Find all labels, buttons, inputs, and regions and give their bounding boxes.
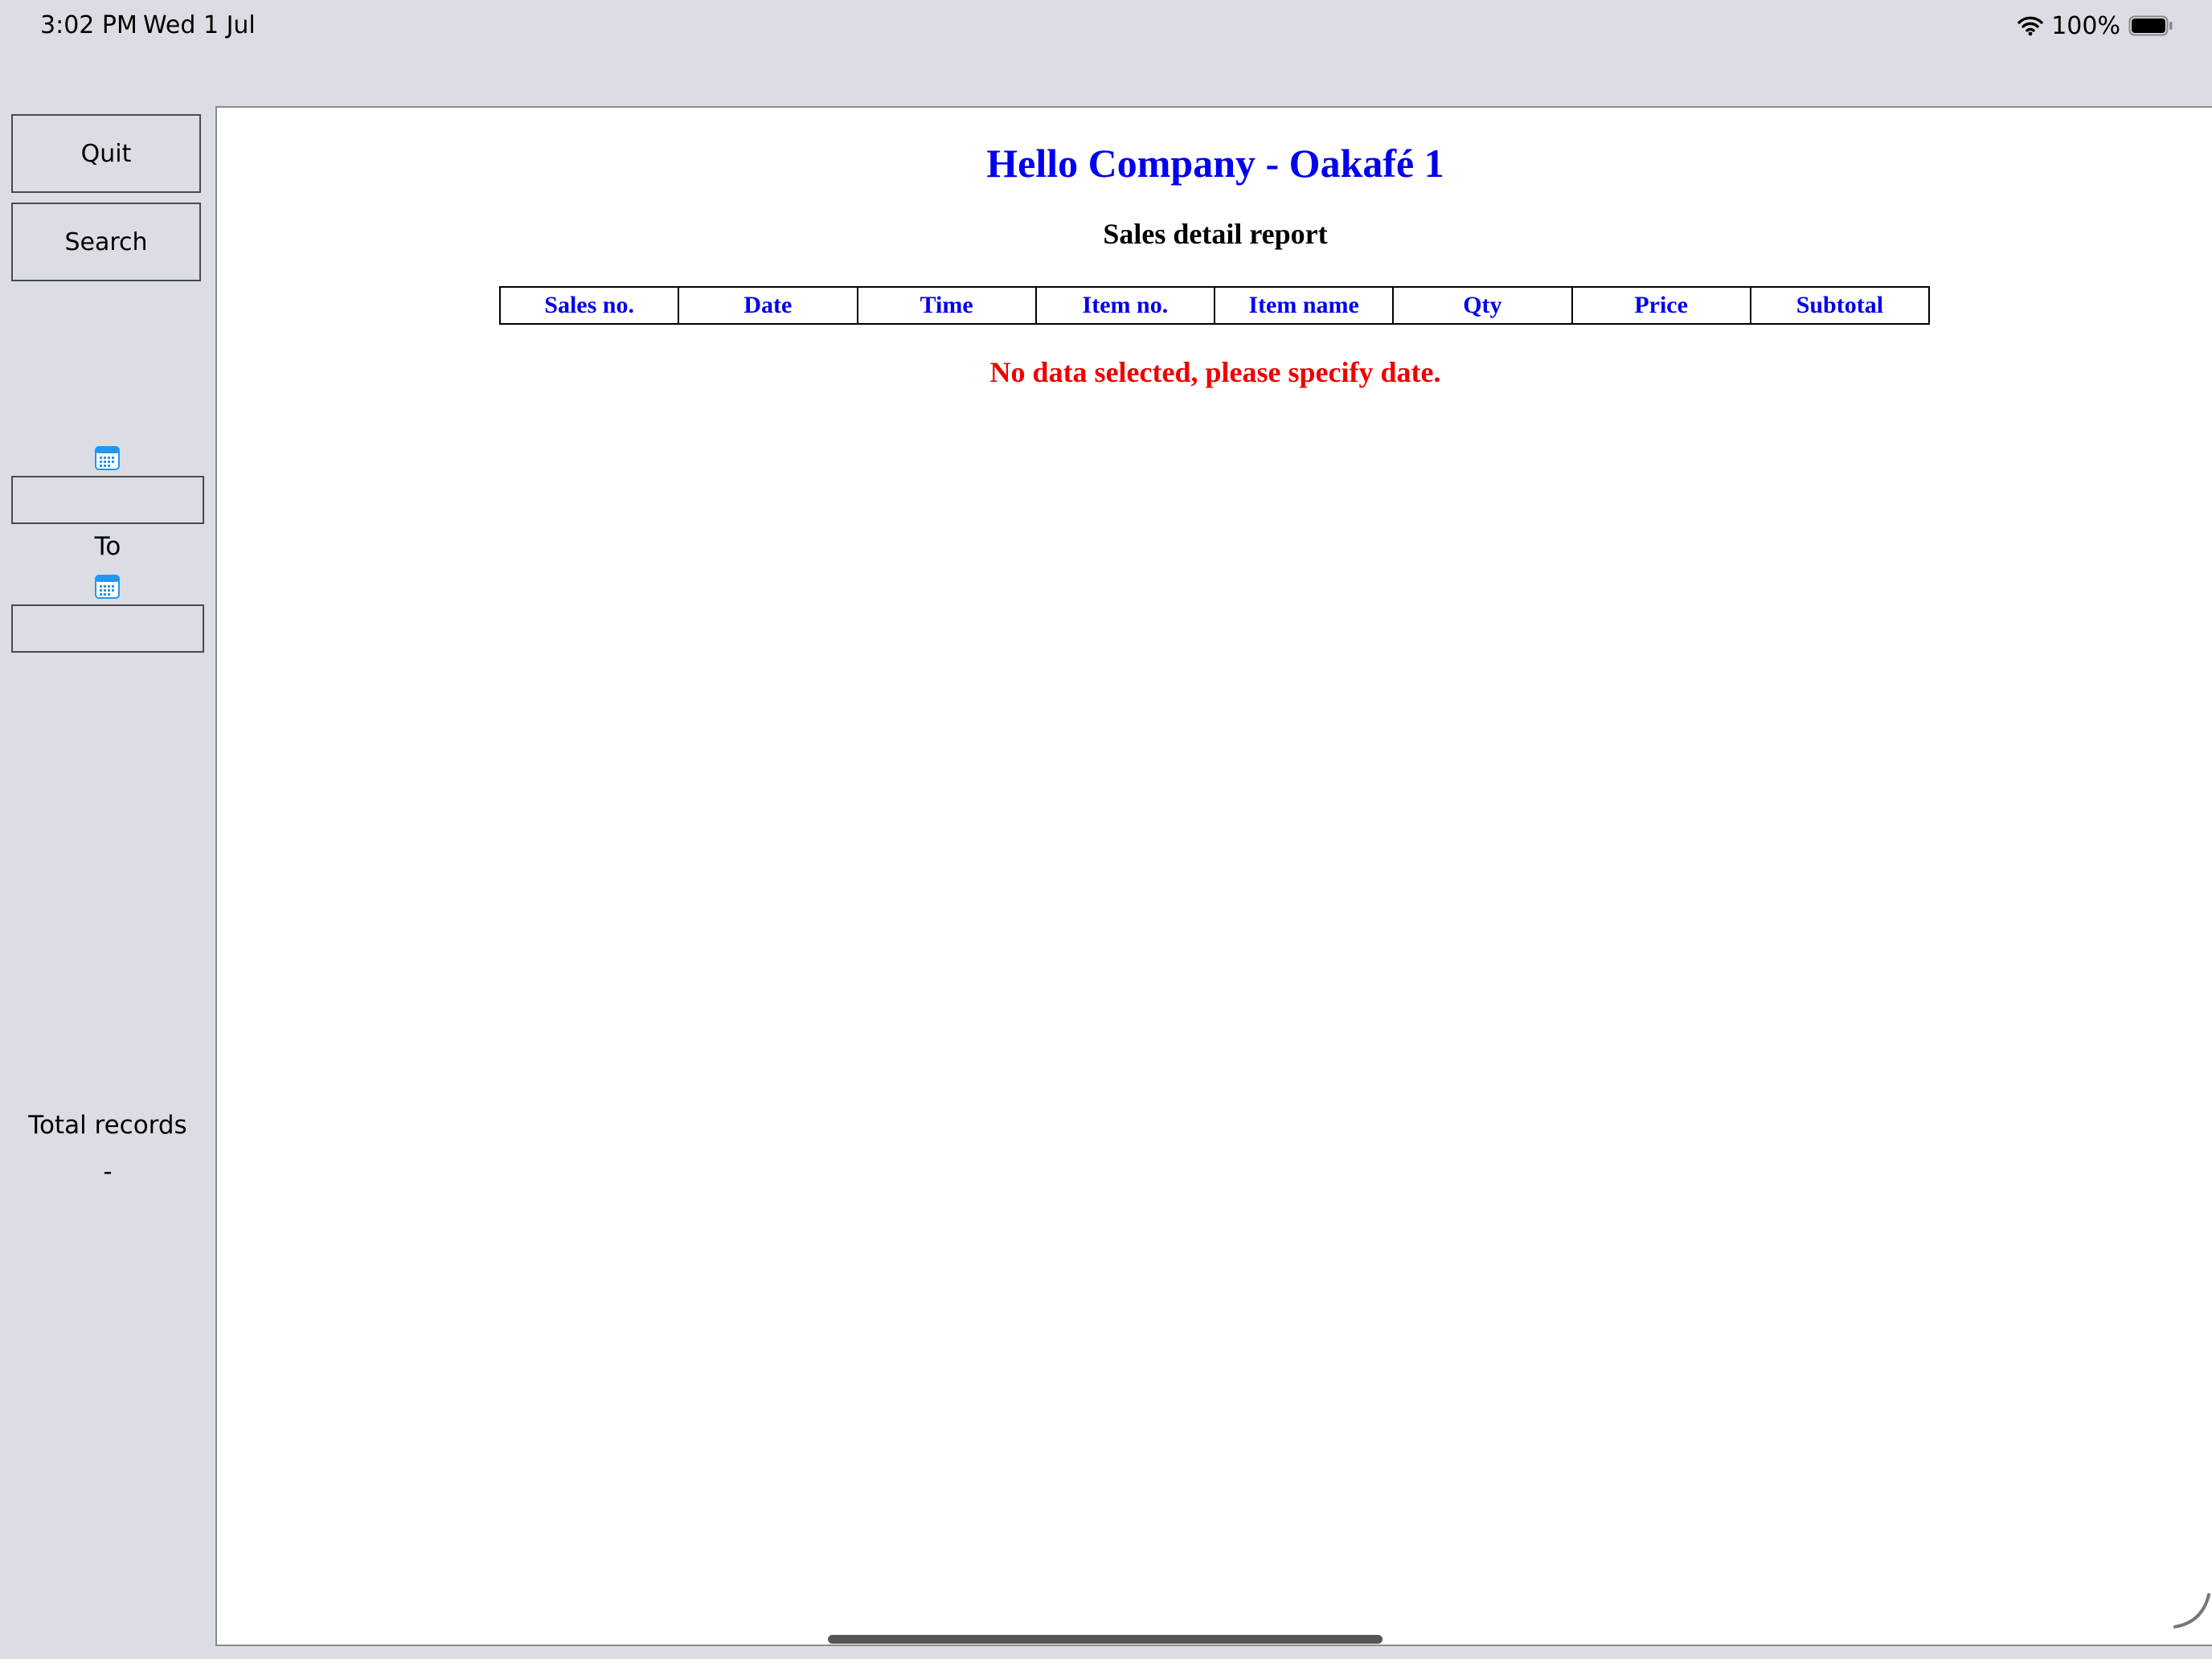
company-title: Hello Company - Oakafé 1 [986, 141, 1444, 186]
calendar-icon[interactable] [95, 445, 120, 470]
resize-handle-icon[interactable] [2172, 1590, 2212, 1630]
calendar-icon[interactable] [95, 574, 120, 599]
total-records-label: Total records [28, 1111, 187, 1140]
column-header-subtotal: Subtotal [1749, 286, 1931, 325]
column-header-item-no: Item no. [1034, 286, 1216, 325]
wifi-icon [2017, 15, 2043, 36]
date-from-field[interactable] [11, 476, 204, 524]
battery-icon [2128, 15, 2173, 36]
column-header-date: Date [678, 286, 858, 325]
report-panel: Hello Company - Oakafé 1 Sales detail re… [215, 106, 2212, 1646]
column-header-sales-no: Sales no. [498, 286, 680, 325]
quit-button[interactable]: Quit [11, 114, 201, 193]
column-header-price: Price [1571, 286, 1751, 325]
search-button[interactable]: Search [11, 203, 201, 281]
to-label: To [94, 532, 121, 561]
table-header-row: Sales no. Date Time Item no. Item name Q… [498, 286, 1931, 325]
status-indicators: 100% [2017, 10, 2173, 42]
column-header-time: Time [856, 286, 1037, 325]
status-date: Wed 1 Jul [143, 11, 256, 39]
status-time: 3:02 PM [40, 11, 137, 39]
report-subtitle: Sales detail report [1103, 218, 1328, 250]
battery-percent: 100% [2051, 11, 2120, 40]
total-records-value: - [103, 1157, 113, 1186]
no-data-message: No data selected, please specify date. [989, 356, 1441, 388]
column-header-qty: Qty [1392, 286, 1573, 325]
column-header-item-name: Item name [1213, 286, 1395, 325]
home-indicator[interactable] [828, 1635, 1382, 1644]
report-table: Sales no. Date Time Item no. Item name Q… [498, 286, 1931, 325]
date-to-field[interactable] [11, 604, 204, 653]
